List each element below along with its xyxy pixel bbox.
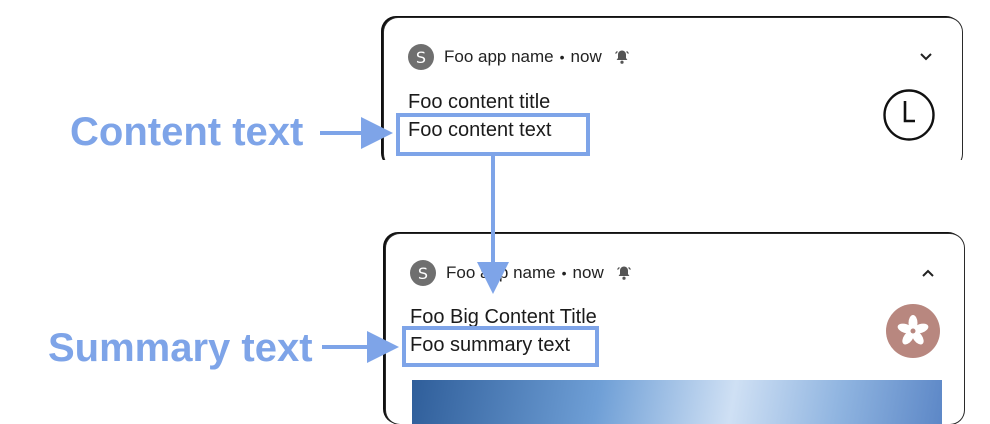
annotation-arrows xyxy=(320,117,509,363)
